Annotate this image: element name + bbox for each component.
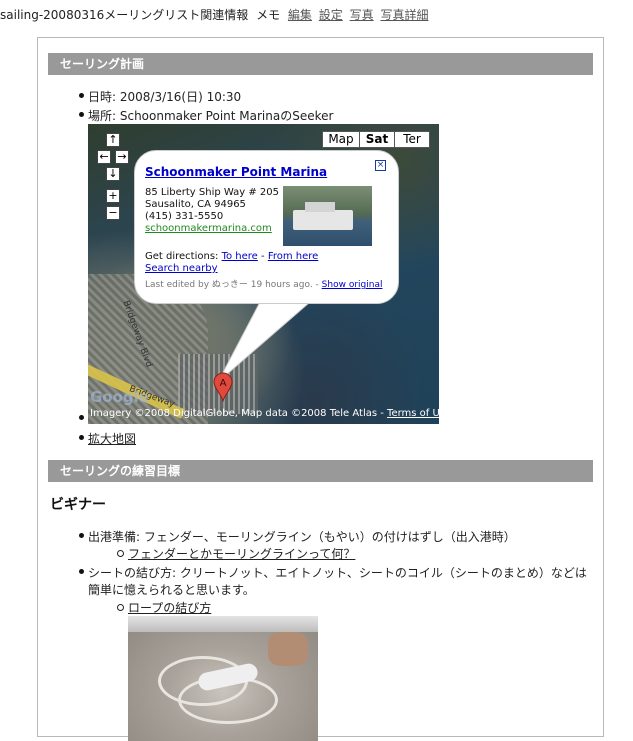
photo-hand [268, 632, 308, 666]
edited-note: Last edited by ぬっきー 19 hours ago. - Show… [145, 277, 382, 290]
phone-line: (415) 331-5550 [145, 211, 224, 222]
google-logo: Google [90, 388, 149, 406]
page-title: sailing-20080316メーリングリスト関連情報 [0, 8, 249, 22]
marker-label: A [220, 378, 227, 389]
info-window: Schoonmaker Point Marina × 85 Liberty Sh… [134, 150, 399, 304]
directions-row: Get directions: To here - From here [145, 251, 318, 262]
photo-rail [128, 616, 318, 632]
to-here-link[interactable]: To here [222, 251, 258, 262]
memo-label: メモ [256, 8, 281, 22]
marina-photo [283, 186, 372, 246]
website-link[interactable]: schoonmakermarina.com [145, 223, 272, 234]
map-marker-icon[interactable]: A [212, 372, 234, 402]
list-item-continued: 簡単に憶えられると思います。 [88, 583, 255, 597]
search-nearby-row: Search nearby [145, 263, 218, 274]
map-copyright: Imagery ©2008 DigitalGlobe, Map data ©20… [88, 408, 439, 419]
section-heading-goals: セーリングの練習目標 [48, 460, 593, 482]
bullet [79, 435, 84, 440]
google-map[interactable]: Bridgeway Blvd Bridgeway Map Sat Ter ↑ ←… [88, 124, 439, 424]
photo-detail-link[interactable]: 写真詳細 [380, 8, 428, 22]
search-nearby-link[interactable]: Search nearby [145, 263, 218, 274]
copyright-text: Imagery ©2008 DigitalGlobe, Map data ©20… [90, 408, 388, 419]
address-line: 85 Liberty Ship Way # 205 [145, 187, 279, 198]
list-item: 出港準備: フェンダー、モーリングライン（もやい）の付けはずし（出入港時） [88, 530, 516, 544]
photo-link[interactable]: 写真 [350, 8, 374, 22]
content-box: セーリング計画 日時: 2008/3/16(日) 10:30 場所: Schoo… [37, 37, 604, 741]
section-heading-plan: セーリング計画 [48, 53, 593, 75]
page-header: sailing-20080316メーリングリスト関連情報 メモ 編集 設定 写真… [0, 6, 431, 23]
large-map-link[interactable]: 拡大地図 [88, 430, 136, 447]
sub-bullet [117, 550, 124, 557]
address-line: Sausalito, CA 94965 [145, 199, 246, 210]
edit-link[interactable]: 編集 [288, 8, 312, 22]
bullet [79, 93, 84, 98]
edited-text: Last edited by ぬっきー 19 hours ago. - [145, 280, 319, 290]
ship-image [293, 210, 353, 230]
directions-label: Get directions: [145, 251, 219, 262]
terms-of-use-link[interactable]: Terms of Use [387, 408, 439, 419]
close-icon[interactable]: × [375, 160, 386, 171]
ship-image [305, 202, 335, 212]
place-item: 場所: Schoonmaker Point MarinaのSeeker [88, 109, 334, 123]
list-item: シートの結び方: クリートノット、エイトノット、シートのコイル（シートのまとめ）… [88, 566, 587, 580]
sub-bullet [117, 604, 124, 611]
settings-link[interactable]: 設定 [319, 8, 343, 22]
beginner-heading: ビギナー [50, 497, 106, 513]
fender-link[interactable]: フェンダーとかモーリングラインって何？ [128, 545, 355, 562]
bullet [79, 415, 84, 420]
bullet [79, 569, 84, 574]
bullet [79, 533, 84, 538]
date-item: 日時: 2008/3/16(日) 10:30 [88, 90, 242, 104]
rope-knot-link[interactable]: ロープの結び方 [128, 599, 211, 616]
rope-knot-photo [128, 616, 318, 741]
bullet [79, 112, 84, 117]
separator: - [261, 251, 265, 262]
from-here-link[interactable]: From here [268, 251, 319, 262]
marina-title-link[interactable]: Schoonmaker Point Marina [145, 165, 327, 179]
show-original-link[interactable]: Show original [322, 280, 383, 290]
